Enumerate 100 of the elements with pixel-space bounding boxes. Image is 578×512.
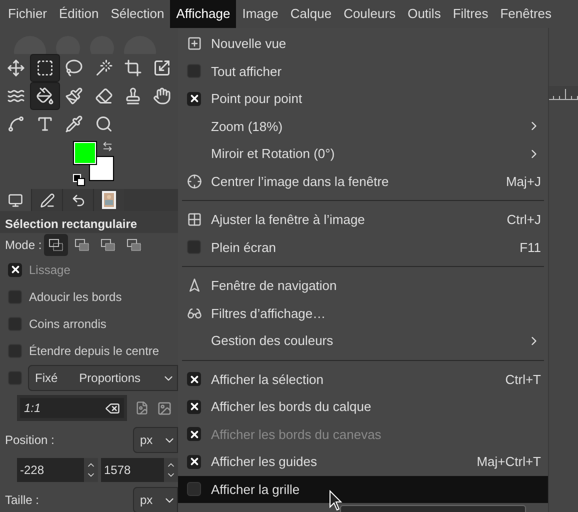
pipette-icon (65, 115, 84, 133)
checkbox[interactable] (187, 400, 201, 414)
scale-icon (153, 59, 172, 77)
shortcut-label: F11 (520, 238, 541, 256)
selection-mode-icon (100, 238, 115, 250)
size-label: Taille : (5, 492, 40, 509)
menu-item-label: Ajuster la fenêtre à l’image (211, 211, 365, 229)
menu-item[interactable]: Filtres d’affichage… (178, 300, 548, 327)
lasso-icon (65, 59, 84, 77)
menu-bar-item[interactable]: Affichage (170, 0, 236, 28)
tool-button[interactable] (30, 82, 60, 110)
move-icon (6, 59, 25, 77)
menu-item[interactable]: Afficher la grille (178, 476, 548, 503)
menu-item-label: Tout afficher (211, 62, 282, 80)
menu-bar-item[interactable]: Fenêtres (494, 0, 558, 28)
checkbox[interactable] (187, 454, 201, 469)
menu-item[interactable]: Afficher les guides Maj+Ctrl+T (178, 448, 548, 476)
menu-item-label: Afficher les guides (211, 453, 317, 471)
menu-item[interactable]: Miroir et Rotation (0°) (178, 140, 548, 168)
number-value: -228 (20, 462, 44, 479)
option-label: Lissage (29, 262, 70, 278)
shortcut-label: Maj+J (506, 172, 541, 191)
hand-icon (153, 87, 172, 105)
stamp-icon (124, 87, 142, 105)
landscape-icon[interactable] (157, 400, 172, 416)
menu-bar-item[interactable]: Outils (402, 0, 447, 28)
path-icon (6, 115, 25, 133)
paint-bucket-icon (36, 87, 54, 105)
constraint-dropdown[interactable]: Fixé Proportions (28, 365, 178, 391)
menu-item-label: Afficher les bords du calque (211, 398, 372, 416)
menu-item[interactable]: Fenêtre de navigation (178, 272, 548, 300)
menu-bar-item[interactable]: Fichier (2, 0, 54, 28)
reset-colors-icon[interactable] (73, 174, 85, 186)
menu-item-label: Nouvelle vue (211, 35, 286, 53)
number-spin-field[interactable]: -228 (17, 458, 98, 482)
option-label: Coins arrondis (29, 316, 106, 332)
menu-item[interactable]: Afficher la sélection Ctrl+T (178, 366, 548, 393)
menu-item-label: Point pour point (211, 90, 302, 108)
checkbox[interactable] (187, 64, 201, 78)
navigation-arrow-icon (186, 278, 202, 294)
swap-colors-icon[interactable] (102, 141, 113, 152)
menu-item[interactable]: Zoom (18%) (178, 112, 548, 140)
glasses-icon (186, 306, 202, 321)
unit-dropdown[interactable]: px (133, 427, 178, 453)
menu-item[interactable]: Plein écran F11 (178, 234, 548, 261)
tool-button[interactable] (30, 54, 60, 82)
unit-dropdown[interactable]: px (133, 487, 178, 512)
checkbox[interactable] (187, 372, 201, 386)
color-swatches-drawing[interactable] (73, 141, 114, 181)
checkbox[interactable] (187, 92, 201, 106)
menu-item[interactable]: Centrer l’image dans la fenêtre Maj+J (178, 168, 548, 195)
crop-icon (124, 59, 142, 77)
menu-bar-item[interactable]: Couleurs (338, 0, 402, 28)
wave-icon (6, 87, 25, 105)
checkbox[interactable] (8, 316, 22, 330)
checkbox[interactable] (187, 482, 201, 496)
selection-mode-icon (126, 238, 141, 250)
menu-item-label: Miroir et Rotation (0°) (211, 145, 335, 163)
menu-item-label: Fenêtre de navigation (211, 277, 337, 295)
pen-icon (40, 192, 54, 208)
menu-item[interactable]: Nouvelle vue (178, 30, 548, 58)
option-label: Adoucir les bords (29, 288, 122, 306)
ratio-value: 1:1 (24, 400, 41, 417)
menu-item[interactable]: Point pour point (178, 85, 548, 112)
menu-item-label: Centrer l’image dans la fenêtre (211, 172, 389, 191)
monitor-icon (8, 192, 23, 208)
dock-tab[interactable] (0, 189, 31, 211)
checkbox[interactable] (8, 344, 22, 358)
menu-item-label: Filtres d’affichage… (211, 304, 326, 323)
menu-item[interactable]: Ajuster la fenêtre à l’image Ctrl+J (178, 206, 548, 234)
panel-title: Sélection rectangulaire (5, 216, 138, 233)
mode-button[interactable] (44, 234, 68, 256)
menu-item-label: Afficher les bords du canevas (211, 426, 382, 444)
menu-item-label: Afficher la sélection (211, 370, 324, 388)
position-label: Position : (5, 432, 54, 449)
clear-icon[interactable] (105, 400, 120, 416)
menu-item[interactable]: Tout afficher (178, 58, 548, 85)
number-spin-field[interactable]: 1578 (101, 458, 178, 482)
selection-mode-icon (48, 238, 63, 250)
undo-icon (70, 192, 86, 208)
text-icon (36, 115, 54, 133)
menu-item[interactable]: Afficher les bords du calque (178, 393, 548, 420)
portrait-icon[interactable] (135, 401, 149, 415)
menu-bar-item[interactable]: Sélection (104, 0, 170, 28)
eraser-icon (94, 87, 113, 105)
constraint-option: Fixé (35, 369, 58, 387)
new-view-icon (186, 36, 202, 52)
mouse-pointer-icon (329, 490, 343, 512)
menu-item[interactable]: Gestion des couleurs (178, 327, 548, 354)
ratio-field[interactable]: 1:1 (17, 395, 127, 421)
checkbox[interactable] (8, 371, 22, 385)
menu-item-label: Gestion des couleurs (211, 332, 334, 350)
menu-bar-item[interactable]: Édition (53, 0, 105, 28)
paintbrush-icon (65, 87, 84, 105)
crosshair-icon (186, 174, 202, 189)
menu-bar-item[interactable]: Calque (284, 0, 338, 28)
menu-bar-item[interactable]: Image (236, 0, 284, 28)
checkbox[interactable] (8, 290, 22, 304)
menu-bar-item[interactable]: Filtres (446, 0, 494, 28)
checkbox[interactable] (187, 240, 201, 254)
